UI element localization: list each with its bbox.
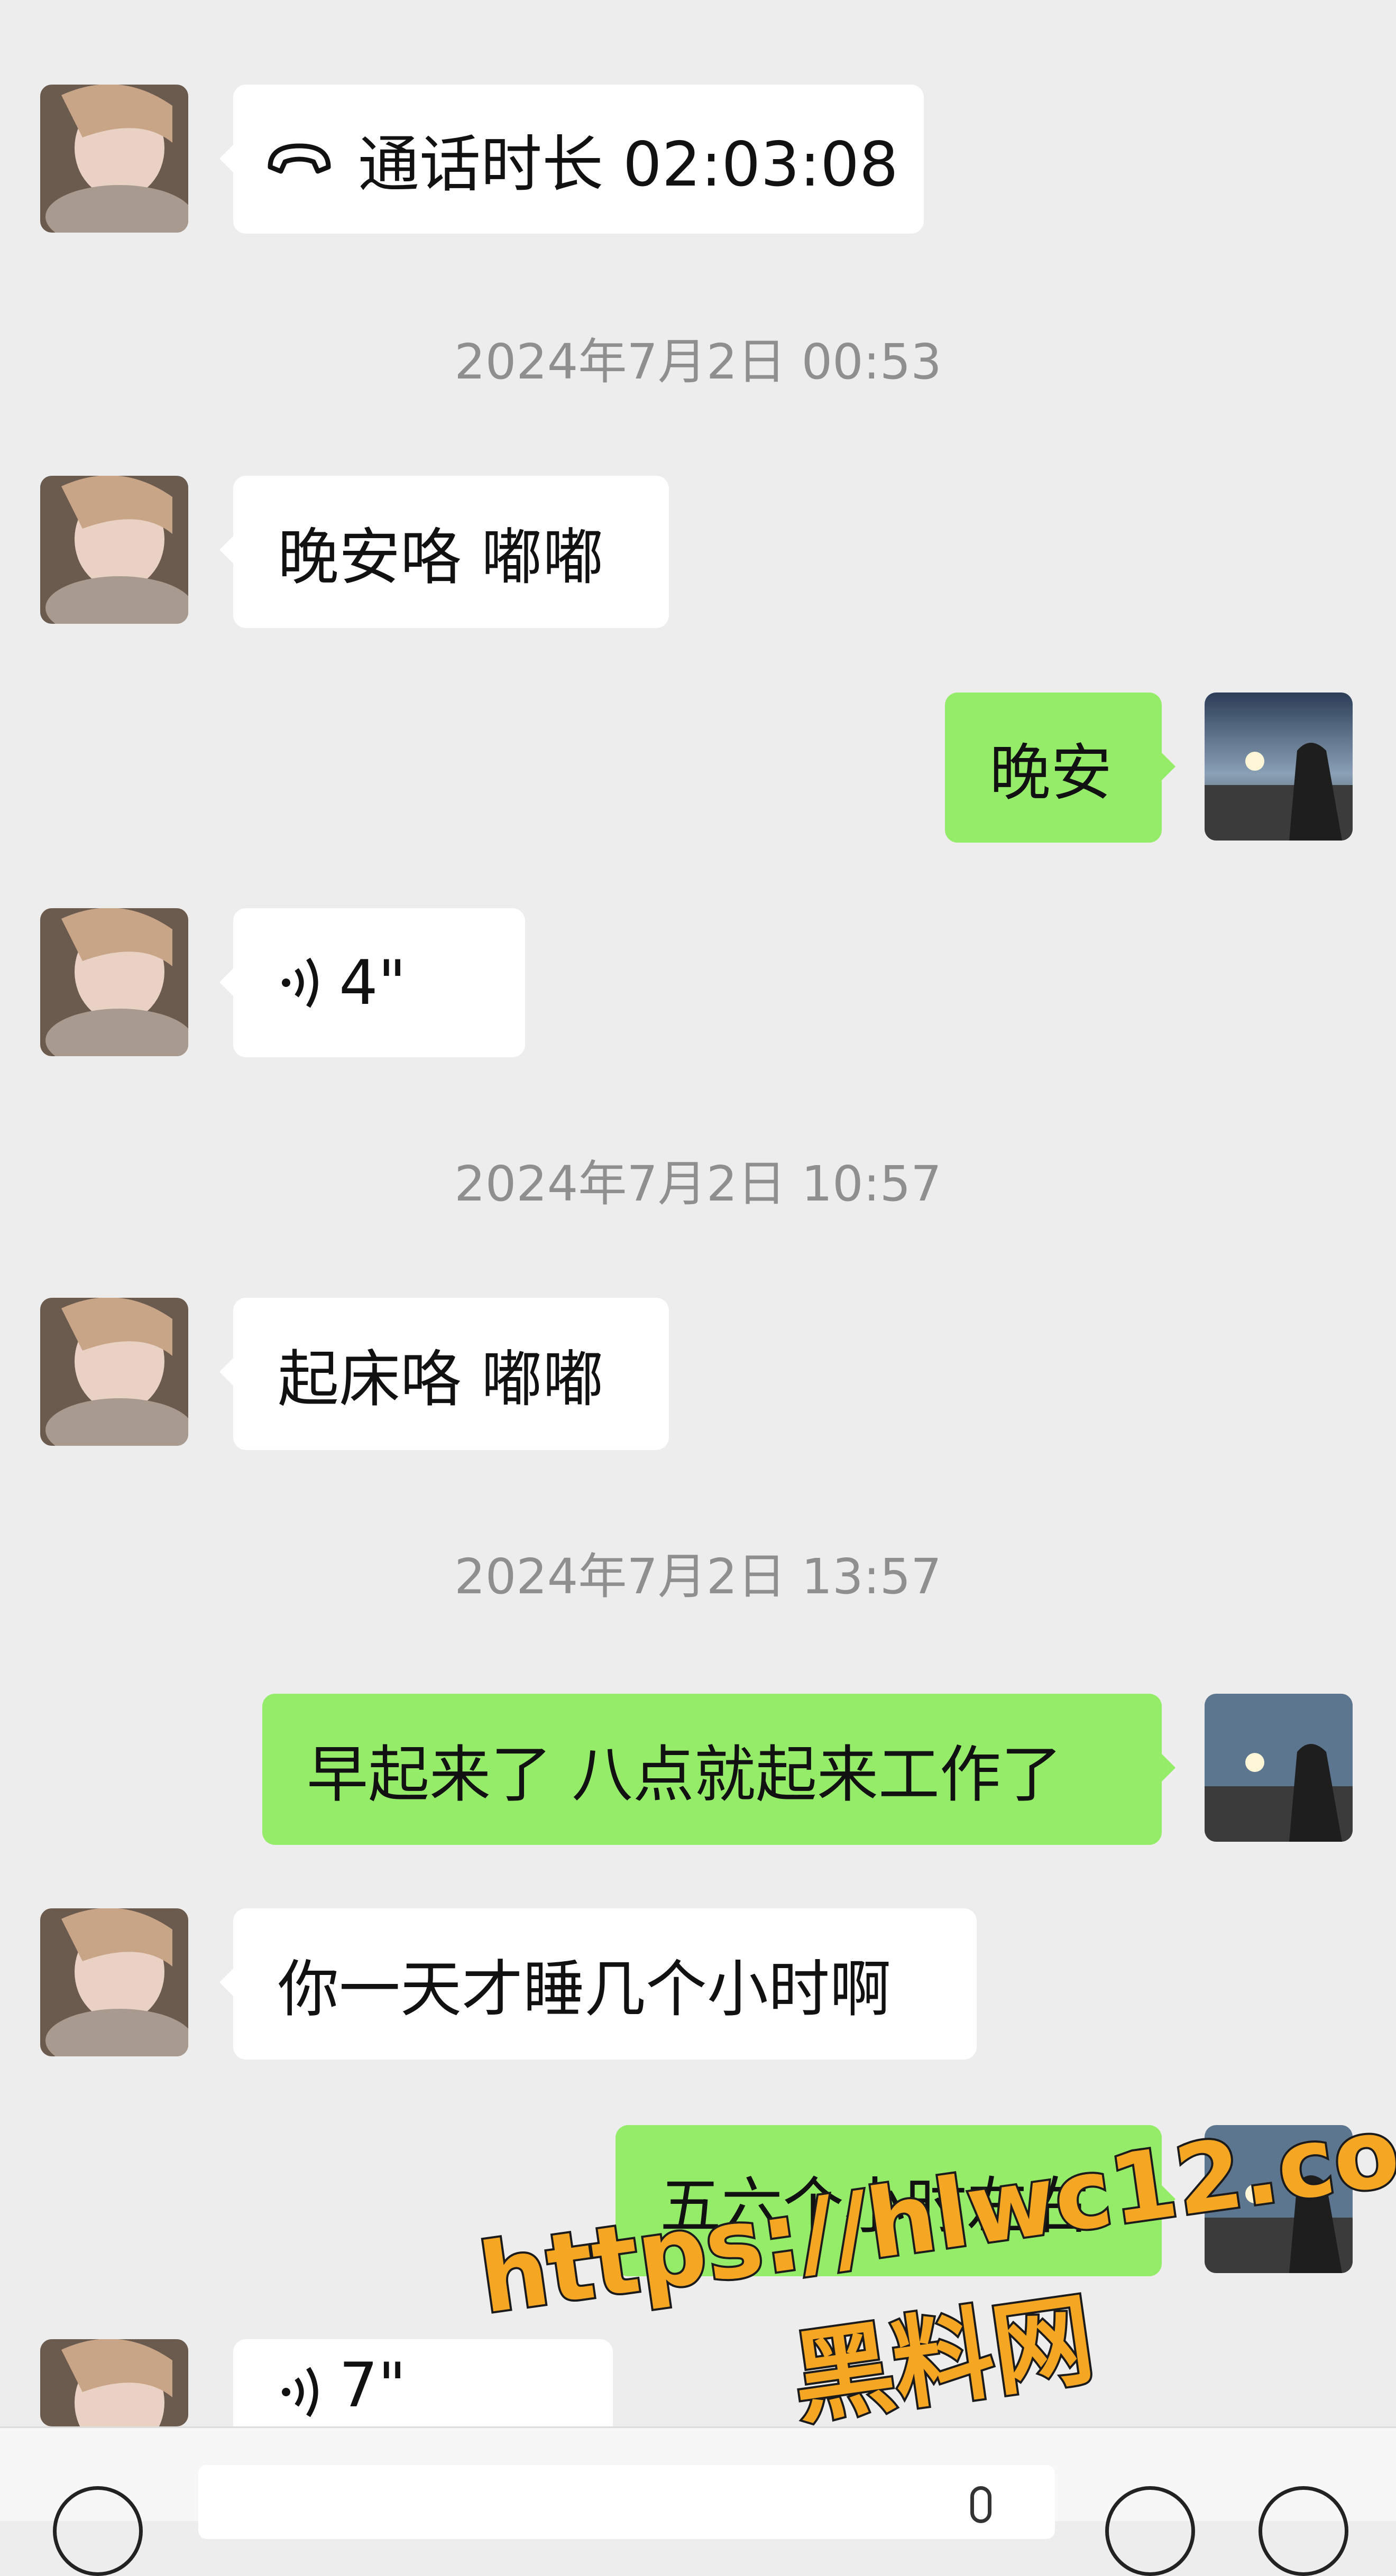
voice-input-icon[interactable] bbox=[53, 2486, 143, 2576]
timestamp: 2024年7月2日 13:57 bbox=[454, 1548, 942, 1605]
message-bubble[interactable]: 早起来了 八点就起来工作了 bbox=[262, 1694, 1175, 1845]
message-bubble[interactable]: 起床咯 嘟嘟 bbox=[219, 1298, 669, 1450]
voice-message-bubble[interactable]: 4" bbox=[219, 908, 525, 1057]
call-duration-text: 通话时长 02:03:08 bbox=[358, 129, 898, 200]
message-bubble[interactable]: 晚安 bbox=[945, 693, 1175, 843]
contact-avatar[interactable] bbox=[40, 85, 188, 233]
contact-avatar[interactable] bbox=[40, 1298, 188, 1446]
mic-icon[interactable] bbox=[970, 2486, 991, 2523]
message-input[interactable] bbox=[198, 2465, 1055, 2539]
contact-avatar[interactable] bbox=[40, 1908, 188, 2056]
contact-avatar[interactable] bbox=[40, 2339, 188, 2426]
message-text: 起床咯 嘟嘟 bbox=[278, 1344, 604, 1415]
voice-duration: 7" bbox=[339, 2350, 407, 2421]
timestamp: 2024年7月2日 10:57 bbox=[454, 1156, 942, 1212]
message-text: 晚安咯 嘟嘟 bbox=[278, 522, 604, 593]
call-duration-bubble[interactable]: 通话时长 02:03:08 bbox=[219, 85, 924, 234]
message-bubble[interactable]: 你一天才睡几个小时啊 bbox=[219, 1908, 977, 2060]
input-bar bbox=[0, 2426, 1396, 2576]
message-text: 晚安 bbox=[989, 737, 1112, 809]
message-text: 你一天才睡几个小时啊 bbox=[278, 1954, 891, 2025]
voice-message-bubble[interactable]: 7" bbox=[233, 2339, 613, 2426]
phone-hangup-icon bbox=[265, 141, 334, 178]
my-avatar[interactable] bbox=[1205, 1694, 1353, 1842]
contact-avatar[interactable] bbox=[40, 476, 188, 624]
voice-wave-icon bbox=[281, 2363, 323, 2421]
my-avatar[interactable] bbox=[1205, 693, 1353, 841]
timestamp: 2024年7月2日 00:53 bbox=[454, 334, 942, 390]
voice-duration: 4" bbox=[339, 947, 407, 1019]
message-text: 早起来了 八点就起来工作了 bbox=[307, 1739, 1062, 1811]
contact-avatar[interactable] bbox=[40, 908, 188, 1056]
message-bubble[interactable]: 晚安咯 嘟嘟 bbox=[219, 476, 669, 628]
emoji-icon[interactable] bbox=[1105, 2486, 1195, 2576]
voice-wave-icon bbox=[281, 954, 323, 1012]
add-icon[interactable] bbox=[1259, 2486, 1348, 2576]
